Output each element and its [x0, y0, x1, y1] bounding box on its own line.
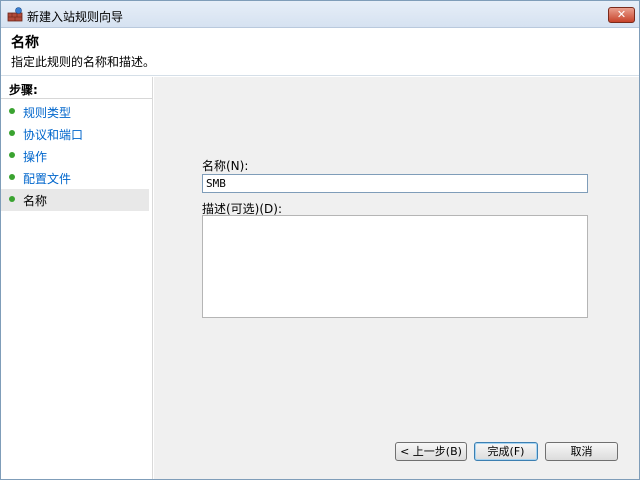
- green-dot-icon: [9, 174, 15, 180]
- green-dot-icon: [9, 152, 15, 158]
- cancel-button[interactable]: 取消: [545, 442, 618, 461]
- green-dot-icon: [9, 108, 15, 114]
- step-label: 协议和端口: [23, 128, 84, 142]
- back-button[interactable]: < 上一步(B): [395, 442, 467, 461]
- steps-panel: 步骤: 规则类型 协议和端口 操作 配置文件 名称: [1, 77, 153, 479]
- name-input[interactable]: SMB: [202, 174, 588, 193]
- firewall-wall-icon: [7, 7, 23, 22]
- green-dot-icon: [9, 196, 15, 202]
- page-header: 名称 指定此规则的名称和描述。: [1, 28, 639, 76]
- step-name: 名称: [1, 189, 149, 211]
- wizard-window: 新建入站规则向导 ✕ 名称 指定此规则的名称和描述。 步骤: 规则类型 协议和端…: [0, 0, 640, 480]
- step-action[interactable]: 操作: [1, 145, 149, 167]
- title-bar[interactable]: 新建入站规则向导 ✕: [1, 1, 639, 28]
- close-icon: ✕: [616, 8, 627, 21]
- description-input[interactable]: [202, 215, 588, 318]
- main-content: 名称(N): SMB 描述(可选)(D): < 上一步(B) 完成(F) 取消: [154, 77, 639, 479]
- steps-divider: [1, 98, 152, 99]
- step-label: 配置文件: [23, 172, 72, 186]
- step-protocol-port[interactable]: 协议和端口: [1, 123, 149, 145]
- window-title: 新建入站规则向导: [27, 10, 124, 24]
- green-dot-icon: [9, 130, 15, 136]
- step-label: 名称: [23, 194, 48, 208]
- step-label: 操作: [23, 150, 48, 164]
- name-label: 名称(N):: [202, 159, 249, 173]
- finish-button[interactable]: 完成(F): [474, 442, 538, 461]
- steps-heading: 步骤:: [9, 83, 38, 97]
- close-button[interactable]: ✕: [608, 7, 635, 23]
- step-label: 规则类型: [23, 106, 72, 120]
- page-title: 名称: [11, 35, 39, 51]
- step-rule-type[interactable]: 规则类型: [1, 101, 149, 123]
- page-description: 指定此规则的名称和描述。: [11, 55, 156, 69]
- step-profile[interactable]: 配置文件: [1, 167, 149, 189]
